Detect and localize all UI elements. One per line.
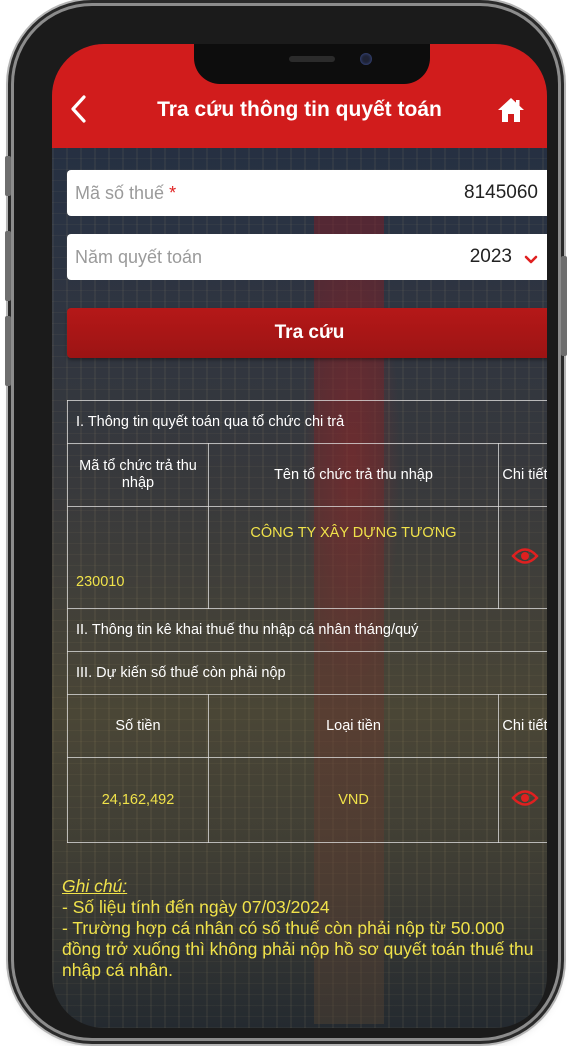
org-code: 230010 [67,506,209,609]
page-title: Tra cứu thông tin quyết toán [157,98,442,121]
tax-code-label: Mã số thuế * [75,182,177,203]
detail-cell [498,506,547,609]
chevron-down-icon[interactable] [524,252,538,264]
col-header-detail: Chi tiết [498,443,547,507]
result-table: I. Thông tin quyết toán qua tổ chức chi … [67,400,547,843]
table-row: 24,162,492 VND [67,757,547,843]
col-header-amount: Số tiền [67,694,209,758]
required-mark: * [169,182,177,203]
section2-title[interactable]: II. Thông tin kê khai thuế thu nhập cá n… [67,608,547,652]
col-header-org-name: Tên tổ chức trả thu nhập [208,443,499,507]
mute-switch [5,156,11,196]
year-label: Năm quyết toán [75,246,203,267]
amount-value: 24,162,492 [67,757,209,843]
notch [194,44,430,84]
section3-title: III. Dự kiến số thuế còn phải nộp [67,651,547,695]
phone-frame: Tra cứu thông tin quyết toán Mã số thuế … [5,6,567,1038]
speaker-grille [289,56,335,62]
chevron-left-icon[interactable] [68,94,98,128]
note-line-2: - Trường hợp cá nhân có số thuế còn phải… [62,918,534,980]
note-block: Ghi chú: - Số liệu tính đến ngày 07/03/2… [62,876,546,981]
note-line-1: - Số liệu tính đến ngày 07/03/2024 [62,897,330,917]
front-camera [360,53,372,65]
eye-icon[interactable] [511,547,539,565]
note-heading: Ghi chú: [62,876,128,896]
year-value: 2023 [469,246,512,267]
year-select[interactable]: Năm quyết toán 2023 [67,234,547,280]
col-header-currency: Loại tiền [208,694,499,758]
currency-value: VND [208,757,499,843]
home-icon[interactable] [497,96,527,126]
power-button [561,256,567,356]
org-name: CÔNG TY XÂY DỰNG TƯƠNG [208,506,499,609]
phone-screen: Tra cứu thông tin quyết toán Mã số thuế … [52,44,547,1028]
volume-down-button [5,316,11,386]
section1-title: I. Thông tin quyết toán qua tổ chức chi … [67,400,547,444]
tax-code-field[interactable]: Mã số thuế * 8145060 [67,170,547,216]
tax-code-value: 8145060 [464,182,538,203]
volume-up-button [5,231,11,301]
table-row: 230010 CÔNG TY XÂY DỰNG TƯƠNG [67,506,547,609]
col-header-detail: Chi tiết [498,694,547,758]
detail-cell [498,757,547,843]
eye-icon[interactable] [511,789,539,807]
search-button[interactable]: Tra cứu [67,308,547,358]
col-header-org-code: Mã tổ chức trả thu nhập [67,443,209,507]
